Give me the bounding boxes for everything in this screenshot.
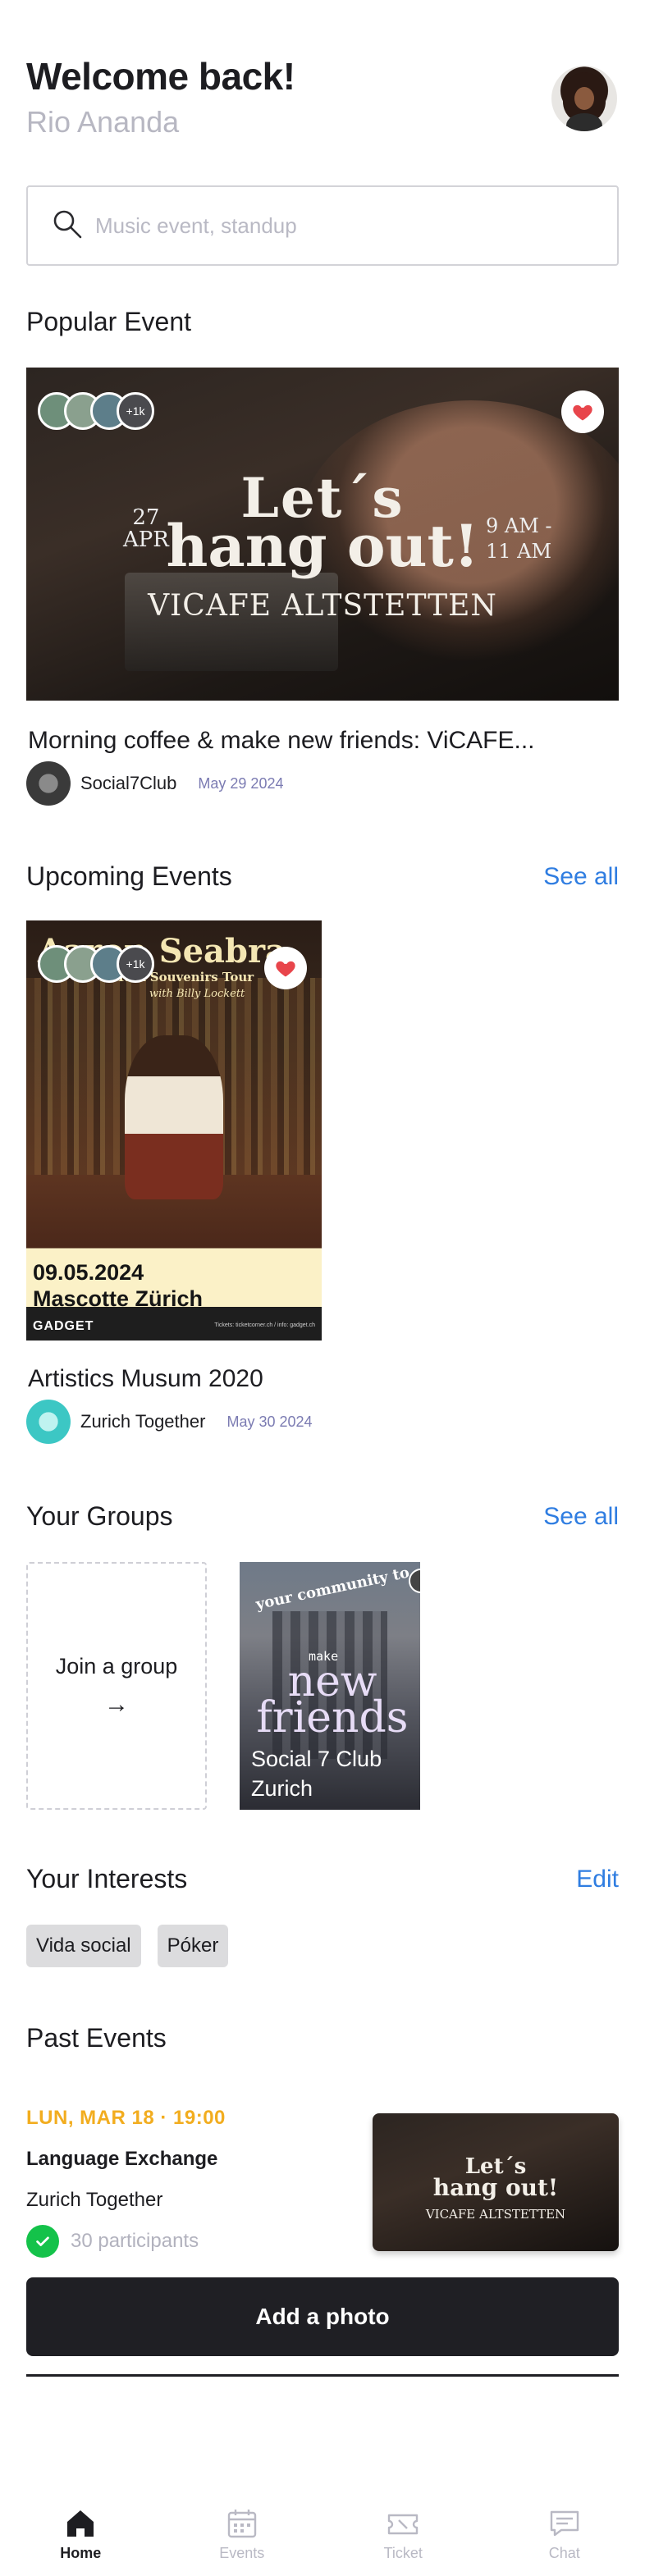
- heart-icon: [276, 961, 295, 977]
- attendee-count-badge: +1k: [117, 945, 154, 983]
- favorite-button[interactable]: [264, 947, 307, 989]
- host-avatar: [26, 761, 71, 806]
- nav-label: Home: [60, 2545, 102, 2561]
- upcoming-event-name[interactable]: Artistics Musum 2020: [28, 1365, 263, 1393]
- poster-person-image: [125, 1035, 223, 1199]
- add-photo-button[interactable]: Add a photo: [26, 2277, 619, 2356]
- bottom-nav: Home Events Ticket Chat: [0, 2494, 645, 2576]
- search-input[interactable]: [95, 212, 588, 239]
- interest-chip[interactable]: Póker: [157, 1925, 229, 1967]
- search-bar[interactable]: [26, 185, 619, 266]
- popular-event-host-row: Social7Club May 29 2024: [26, 761, 283, 806]
- join-group-label: Join a group: [55, 1653, 178, 1679]
- groups-see-all-link[interactable]: See all: [543, 1503, 619, 1531]
- your-groups-title: Your Groups: [26, 1501, 173, 1531]
- hero-poster-time-start: 9 AM -: [486, 514, 552, 537]
- nav-item-home[interactable]: Home: [0, 2494, 162, 2576]
- search-icon: [51, 208, 84, 244]
- avatar-shirt: [566, 113, 602, 131]
- group-name: Social 7 Club Zurich: [251, 1744, 382, 1804]
- nav-label: Events: [219, 2545, 265, 2561]
- past-event-name[interactable]: Language Exchange: [26, 2148, 217, 2171]
- host-name: Social7Club: [80, 773, 177, 793]
- popular-event-card[interactable]: 27 APR Let´s hang out! 9 AM - 11 AM VICA…: [26, 368, 619, 701]
- interests-edit-link[interactable]: Edit: [576, 1866, 619, 1893]
- upcoming-events-title: Upcoming Events: [26, 861, 232, 891]
- join-group-card[interactable]: Join a group →: [26, 1562, 207, 1810]
- chat-icon: [550, 2510, 579, 2537]
- favorite-button[interactable]: [561, 391, 604, 433]
- upcoming-see-all-link[interactable]: See all: [543, 863, 619, 891]
- popular-event-title: Popular Event: [26, 307, 192, 336]
- interest-chip[interactable]: Vida social: [26, 1925, 141, 1967]
- username: Rio Ananda: [26, 105, 180, 139]
- group-card[interactable]: your community to make new friends Socia…: [240, 1562, 420, 1810]
- hero-poster-time: 9 AM - 11 AM: [486, 514, 552, 564]
- poster-brand-logo: GADGET: [33, 1319, 94, 1333]
- divider: [26, 2374, 619, 2377]
- group-name-line2: Zurich: [251, 1776, 313, 1802]
- upcoming-event-card[interactable]: Aaron Seabra Talk Souvenirs Tour with Bi…: [26, 920, 322, 1341]
- nav-label: Chat: [548, 2545, 580, 2561]
- poster-support-act: with Billy Lockett: [149, 988, 245, 1000]
- ticket-icon: [388, 2514, 419, 2535]
- past-event-host: Zurich Together: [26, 2189, 163, 2211]
- attendee-avatars: +1k: [38, 392, 154, 430]
- thumb-poster-line2: hang out!: [432, 2174, 559, 2201]
- poster-ticket-info: Tickets: ticketcorner.ch / info: gadget.…: [214, 1322, 315, 1328]
- group-name-line1: Social 7 Club: [251, 1747, 382, 1771]
- avatar[interactable]: [551, 66, 617, 131]
- hero-poster-venue: VICAFE ALTSTETTEN: [148, 589, 497, 623]
- group-poster-headline: new friends: [254, 1660, 410, 1743]
- your-interests-title: Your Interests: [26, 1864, 188, 1893]
- past-events-title: Past Events: [26, 2023, 167, 2053]
- group-poster-friends: friends: [256, 1693, 409, 1743]
- attendee-avatars: +1k: [38, 945, 154, 983]
- avatar-face: [574, 87, 594, 110]
- past-event-date: LUN, MAR 18 · 19:00: [26, 2107, 226, 2129]
- calendar-icon: [227, 2510, 256, 2538]
- heart-icon: [573, 404, 592, 421]
- home-icon: [67, 2510, 94, 2537]
- attendee-count-badge: +1k: [117, 392, 154, 430]
- nav-item-ticket[interactable]: Ticket: [322, 2494, 484, 2576]
- past-event-thumbnail[interactable]: Let´s hang out! VICAFE ALTSTETTEN: [373, 2113, 619, 2251]
- host-avatar: [26, 1400, 71, 1444]
- poster-date: 09.05.2024: [33, 1260, 144, 1285]
- welcome-heading: Welcome back!: [26, 55, 295, 98]
- hero-poster-time-end: 11 AM: [486, 540, 552, 564]
- upcoming-event-host-row: Zurich Together May 30 2024: [26, 1400, 313, 1444]
- thumb-poster-venue: VICAFE ALTSTETTEN: [425, 2207, 566, 2222]
- event-date: May 30 2024: [226, 1413, 313, 1430]
- interest-chips: Vida social Póker: [26, 1925, 245, 1967]
- event-date: May 29 2024: [198, 774, 284, 792]
- check-icon: [26, 2225, 59, 2258]
- nav-item-events[interactable]: Events: [162, 2494, 323, 2576]
- past-event-participants: 30 participants: [26, 2225, 199, 2258]
- nav-label: Ticket: [383, 2545, 423, 2561]
- participants-count: 30 participants: [71, 2230, 199, 2252]
- poster-venue: Mascotte Zürich: [33, 1286, 204, 1311]
- popular-event-name[interactable]: Morning coffee & make new friends: ViCAF…: [28, 727, 535, 755]
- home-screen: Welcome back! Rio Ananda Popular Event 2…: [0, 0, 645, 2576]
- group-member-badge: [409, 1569, 420, 1593]
- group-poster-tagline: your community to: [254, 1564, 411, 1614]
- host-name: Zurich Together: [80, 1411, 206, 1432]
- arrow-right-icon: →: [104, 1690, 129, 1718]
- nav-item-chat[interactable]: Chat: [484, 2494, 645, 2576]
